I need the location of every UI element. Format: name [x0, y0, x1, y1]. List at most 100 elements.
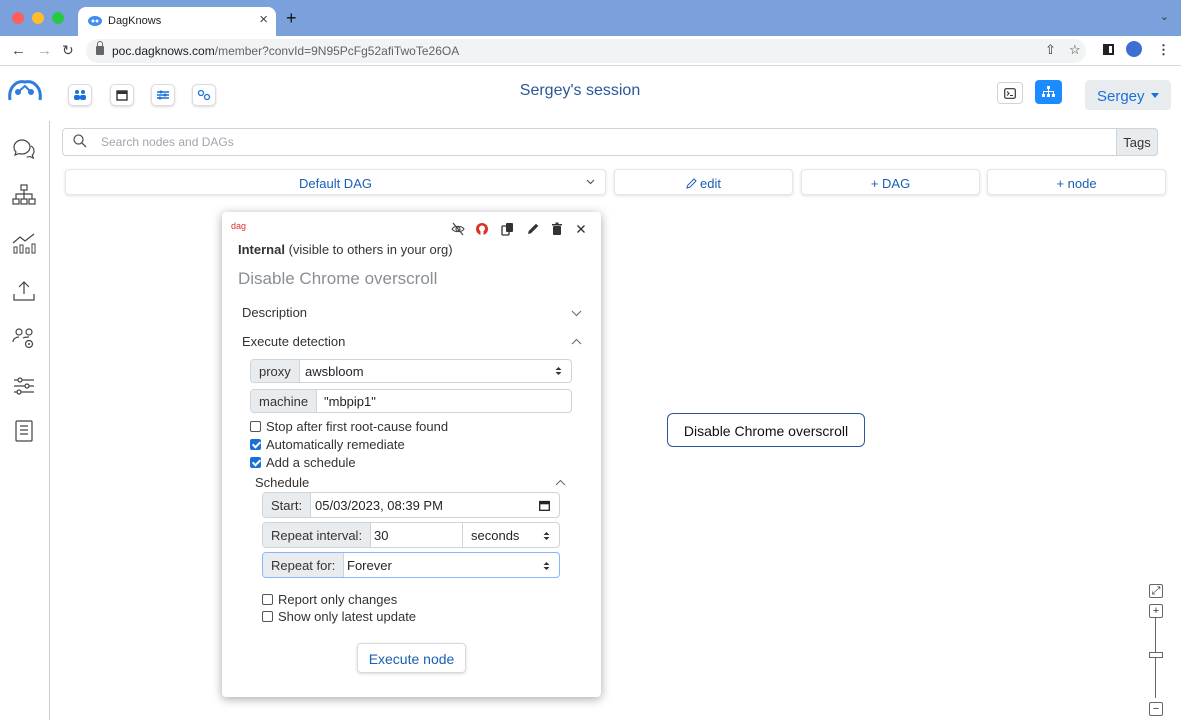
tab-search-chevron-icon[interactable]: ⌄ — [1160, 10, 1169, 23]
visibility-note: (visible to others in your org) — [288, 242, 453, 257]
tab-close-icon[interactable]: × — [259, 11, 268, 28]
graph-node[interactable]: Disable Chrome overscroll — [667, 413, 865, 447]
pencil-icon[interactable] — [526, 222, 540, 236]
execute-node-button[interactable]: Execute node — [357, 643, 466, 673]
zoom-in-button[interactable]: + — [1149, 604, 1163, 618]
sliders-icon — [157, 90, 169, 100]
repeat-interval-group: Repeat interval: 30 seconds — [262, 522, 560, 548]
new-tab-icon[interactable]: + — [286, 8, 297, 29]
zoom-out-button[interactable]: − — [1149, 702, 1163, 716]
proxy-label: proxy — [251, 360, 300, 382]
maximize-window-dot[interactable] — [52, 12, 64, 24]
close-icon[interactable] — [574, 222, 588, 236]
terminal-button[interactable] — [997, 82, 1023, 104]
terminal-icon — [1004, 87, 1016, 99]
repeat-interval-input[interactable]: 30 — [374, 528, 388, 543]
left-sidebar — [0, 121, 50, 720]
chevron-down-icon — [586, 179, 595, 185]
eye-slash-icon[interactable] — [451, 222, 465, 236]
url-field[interactable]: poc.dagknows.com/member?convId=9N95PcFg5… — [86, 39, 1086, 63]
proxy-select[interactable]: proxy awsbloom — [250, 359, 572, 383]
browser-menu-icon[interactable]: ⋮ — [1157, 42, 1170, 58]
browser-tab[interactable]: DagKnows × — [78, 7, 276, 36]
calendar-button[interactable] — [110, 84, 134, 106]
checkbox-box — [262, 611, 273, 622]
checkbox-label: Add a schedule — [266, 455, 356, 470]
hierarchy-icon[interactable] — [11, 183, 37, 207]
edit-label: edit — [700, 176, 721, 191]
checkbox-label: Automatically remediate — [266, 437, 405, 452]
start-value: 05/03/2023, 08:39 PM — [315, 498, 443, 513]
node-tag: dag — [231, 221, 247, 231]
team-button[interactable] — [68, 84, 92, 106]
repeat-for-select[interactable]: Repeat for: Forever — [262, 552, 560, 578]
visibility-line: Internal (visible to others in your org) — [238, 242, 453, 257]
profile-avatar-icon[interactable] — [1126, 41, 1142, 57]
checkbox-box — [250, 457, 261, 468]
checkbox-label: Report only changes — [278, 592, 398, 607]
add-node-button[interactable]: + node — [987, 169, 1166, 195]
execute-detection-accordion[interactable]: Execute detection — [242, 334, 582, 349]
close-window-dot[interactable] — [12, 12, 24, 24]
description-accordion[interactable]: Description — [242, 305, 582, 320]
bookmark-star-icon[interactable]: ☆ — [1069, 42, 1081, 58]
tab-title: DagKnows — [108, 15, 162, 27]
side-panel-icon[interactable] — [1103, 44, 1114, 55]
checkbox-label: Show only latest update — [278, 609, 417, 624]
filters-button[interactable] — [151, 84, 175, 106]
analytics-icon[interactable] — [11, 231, 37, 255]
dag-select[interactable]: Default DAG — [65, 169, 606, 195]
minimize-window-dot[interactable] — [32, 12, 44, 24]
browser-address-bar: ← → ↻ poc.dagknows.com/member?convId=9N9… — [0, 36, 1181, 66]
checkbox-box — [250, 421, 261, 432]
sitemap-icon — [1042, 86, 1055, 97]
tags-button[interactable]: Tags — [1116, 128, 1158, 156]
page: DagKnows × + ⌄ ← → ↻ poc.dagknows.com/me… — [0, 0, 1181, 720]
zoom-slider-thumb[interactable] — [1149, 652, 1163, 658]
machine-field[interactable]: machine "mbpip1" — [250, 389, 572, 413]
upload-icon[interactable] — [11, 279, 37, 303]
schedule-accordion[interactable]: Schedule — [255, 475, 566, 490]
share-icon[interactable]: ⇧ — [1045, 42, 1056, 58]
github-icon[interactable] — [475, 222, 489, 236]
chevron-up-icon — [555, 479, 566, 486]
browser-tab-bar: DagKnows × + ⌄ — [0, 0, 1181, 36]
chat-icon[interactable] — [11, 137, 37, 161]
settings-gears-button[interactable] — [192, 84, 216, 106]
dagknows-logo-icon[interactable] — [6, 78, 44, 104]
start-label: Start: — [263, 493, 312, 517]
dagknows-favicon-icon — [88, 16, 102, 26]
chevron-down-icon — [571, 310, 582, 317]
users-settings-icon[interactable] — [11, 326, 37, 350]
start-datetime-field[interactable]: Start: 05/03/2023, 08:39 PM — [262, 492, 560, 518]
user-menu-button[interactable]: Sergey — [1085, 80, 1171, 110]
search-bar: Tags — [62, 128, 1158, 156]
calendar-picker-icon[interactable] — [539, 500, 550, 511]
repeat-for-label: Repeat for: — [263, 553, 345, 577]
search-icon — [73, 134, 87, 148]
selected-dag-label: Default DAG — [299, 176, 372, 191]
fit-view-icon[interactable]: ⤢ — [1149, 584, 1163, 598]
select-arrows-icon — [543, 562, 550, 570]
session-title: Sergey's session — [519, 82, 641, 99]
add-dag-button[interactable]: + DAG — [801, 169, 980, 195]
search-input[interactable] — [101, 133, 1111, 151]
forward-arrow-icon[interactable]: → — [37, 42, 52, 59]
divider — [462, 523, 463, 547]
dag-view-button[interactable] — [1035, 80, 1062, 104]
zoom-track[interactable] — [1155, 618, 1156, 698]
node-title: Disable Chrome overscroll — [238, 269, 438, 288]
edit-dag-button[interactable]: edit — [614, 169, 793, 195]
repeat-unit-select[interactable]: seconds — [471, 528, 519, 543]
visibility-level: Internal — [238, 242, 285, 257]
book-icon[interactable] — [11, 419, 37, 443]
dag-canvas[interactable] — [51, 200, 1181, 720]
trash-icon[interactable] — [550, 222, 564, 236]
machine-label: machine — [251, 390, 318, 412]
repeat-interval-label: Repeat interval: — [263, 523, 372, 547]
reload-icon[interactable]: ↻ — [62, 42, 74, 59]
settings-icon[interactable] — [11, 374, 37, 398]
copy-icon[interactable] — [501, 222, 515, 236]
back-arrow-icon[interactable]: ← — [11, 42, 26, 59]
repeat-for-value: Forever — [347, 558, 392, 573]
